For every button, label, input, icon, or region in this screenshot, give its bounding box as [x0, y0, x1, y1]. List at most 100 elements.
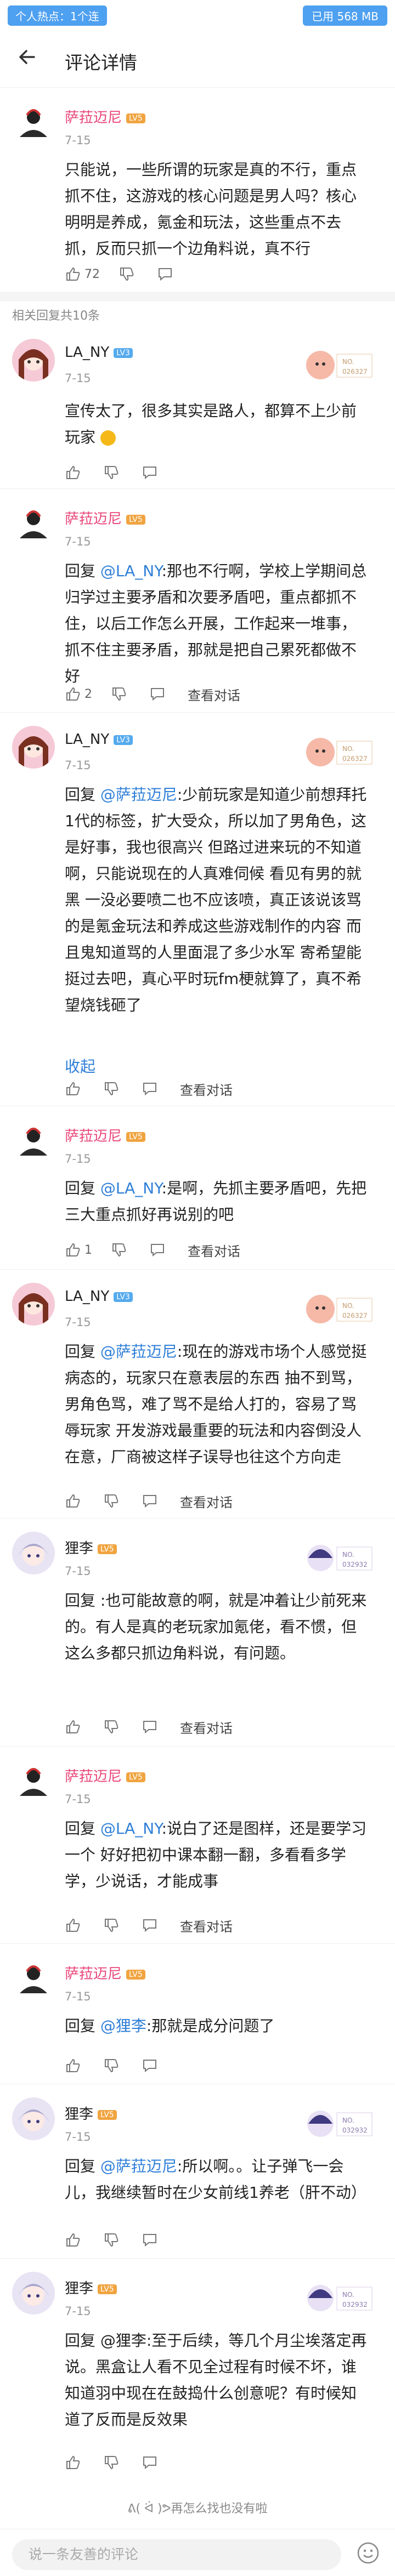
- reply-button[interactable]: [142, 1917, 161, 1934]
- like-button[interactable]: [65, 2454, 84, 2471]
- reply-button[interactable]: [149, 1242, 169, 1258]
- dislike-button[interactable]: [111, 1242, 131, 1258]
- svg-text:026327: 026327: [342, 1312, 368, 1320]
- dislike-button[interactable]: [103, 1081, 123, 1097]
- comment-actions: 查看对话: [65, 1717, 233, 1737]
- like-button[interactable]: 72: [65, 266, 100, 282]
- comment-author[interactable]: 萨菈迈尼 LV5: [65, 1963, 145, 1983]
- svg-text:032932: 032932: [342, 2126, 368, 2134]
- reply-item: 萨菈迈尼 LV5 7-15 回复 @LA_NY:那也不行啊，学校上学期间总归学过主…: [0, 489, 395, 713]
- avatar[interactable]: [12, 502, 55, 545]
- avatar[interactable]: [12, 2272, 55, 2315]
- like-button[interactable]: [65, 1719, 84, 1735]
- reply-button[interactable]: [149, 686, 169, 702]
- level-badge: LV5: [98, 2109, 117, 2120]
- back-button[interactable]: [15, 45, 40, 69]
- thumb-up-icon: [66, 1918, 80, 1932]
- like-button[interactable]: [65, 2057, 84, 2074]
- avatar[interactable]: [12, 101, 55, 144]
- comment-text: 宣传太了，很多其实是路人，都算不上少前 玩家: [65, 402, 357, 446]
- comment-author[interactable]: 萨菈迈尼 LV5: [65, 1125, 145, 1145]
- avatar[interactable]: [12, 339, 55, 382]
- comment-actions: [65, 2230, 180, 2250]
- dislike-button[interactable]: [103, 1719, 123, 1735]
- dislike-button[interactable]: [103, 1917, 123, 1934]
- reply-button[interactable]: [142, 1081, 161, 1097]
- view-conversation-link[interactable]: 查看对话: [188, 685, 240, 704]
- collapse-link[interactable]: 收起: [65, 1055, 95, 1077]
- view-conversation-link[interactable]: 查看对话: [180, 1079, 233, 1099]
- dislike-button[interactable]: [103, 464, 123, 481]
- dislike-button[interactable]: [103, 2232, 123, 2248]
- svg-text:032932: 032932: [342, 2301, 368, 2308]
- comment-author[interactable]: 萨菈迈尼 LV5: [65, 508, 145, 528]
- comment-author[interactable]: 狸李 LV5: [65, 2103, 117, 2123]
- dislike-button[interactable]: [119, 266, 138, 282]
- section-divider: [0, 292, 395, 302]
- author-name: 萨菈迈尼: [65, 511, 122, 527]
- comment-author[interactable]: LA_NY LV3: [65, 1288, 133, 1305]
- thumb-down-icon: [112, 1243, 126, 1257]
- comment-date: 7-15: [65, 1152, 91, 1165]
- comment-date: 7-15: [65, 535, 91, 548]
- comment-date: 7-15: [65, 2130, 91, 2143]
- reply-button[interactable]: [142, 1719, 161, 1735]
- mention-link[interactable]: @狸李: [100, 2017, 146, 2035]
- reply-button[interactable]: [142, 1493, 161, 1509]
- svg-text:NO.: NO.: [342, 2117, 354, 2124]
- comment-author[interactable]: 萨菈迈尼 LV5: [65, 1765, 145, 1785]
- avatar[interactable]: [12, 1283, 55, 1326]
- dislike-button[interactable]: [111, 686, 131, 702]
- avatar[interactable]: [12, 1532, 55, 1574]
- level-badge: LV5: [126, 1969, 145, 1980]
- like-button[interactable]: [65, 2232, 84, 2248]
- comment-input[interactable]: 说一条友善的评论: [12, 2539, 341, 2570]
- avatar[interactable]: [12, 1957, 55, 2000]
- like-button[interactable]: [65, 464, 84, 481]
- comment-author[interactable]: 萨菈迈尼 LV5: [65, 106, 145, 127]
- mention-link[interactable]: @萨菈迈尼: [100, 2157, 177, 2175]
- like-button[interactable]: [65, 1917, 84, 1934]
- dislike-button[interactable]: [103, 2057, 123, 2074]
- svg-text:032932: 032932: [342, 1561, 368, 1568]
- view-conversation-link[interactable]: 查看对话: [180, 1916, 233, 1935]
- level-badge: LV5: [126, 1772, 145, 1782]
- like-button[interactable]: [65, 1493, 84, 1509]
- comment-text: 回复 :也可能故意的啊，就是冲着让少前死来的。有人是真的老玩家加氪佬，看不惯，但…: [65, 1591, 367, 1662]
- comment-author[interactable]: 狸李 LV5: [65, 1537, 117, 1557]
- thumb-down-icon: [105, 2233, 119, 2247]
- reply-button[interactable]: [142, 2454, 161, 2471]
- thumb-up-icon: [66, 1082, 80, 1095]
- view-conversation-link[interactable]: 查看对话: [180, 1492, 233, 1511]
- reply-button[interactable]: [142, 2057, 161, 2074]
- avatar[interactable]: [12, 2097, 55, 2140]
- view-conversation-link[interactable]: 查看对话: [180, 1718, 233, 1737]
- like-button[interactable]: 2: [65, 686, 92, 702]
- comment-author[interactable]: 狸李 LV5: [65, 2277, 117, 2298]
- view-conversation-link[interactable]: 查看对话: [188, 1241, 240, 1260]
- svg-text:NO.: NO.: [342, 358, 354, 366]
- mention-link[interactable]: @萨菈迈尼: [100, 786, 177, 804]
- mention-link[interactable]: @萨菈迈尼: [100, 1343, 177, 1361]
- reply-button[interactable]: [142, 2232, 161, 2248]
- like-button[interactable]: [65, 1081, 84, 1097]
- mention-link[interactable]: @LA_NY: [100, 1819, 162, 1838]
- avatar[interactable]: [12, 1119, 55, 1162]
- avatar[interactable]: [12, 1760, 55, 1802]
- level-badge: LV5: [98, 2284, 117, 2294]
- thumb-up-icon: [66, 1720, 80, 1733]
- emoji-icon[interactable]: [357, 2541, 380, 2564]
- dislike-button[interactable]: [103, 2454, 123, 2471]
- avatar[interactable]: [12, 726, 55, 769]
- level-badge: LV5: [98, 1544, 117, 1554]
- mention-link[interactable]: @LA_NY: [100, 562, 162, 580]
- comment-actions: 查看对话: [65, 1915, 233, 1935]
- comment-author[interactable]: LA_NY LV3: [65, 731, 133, 748]
- like-button[interactable]: 1: [65, 1242, 92, 1258]
- reply-button[interactable]: [142, 464, 161, 481]
- dislike-button[interactable]: [103, 1493, 123, 1509]
- comment-actions: 72: [65, 264, 195, 284]
- mention-link[interactable]: @LA_NY: [100, 1179, 162, 1197]
- reply-button[interactable]: [157, 266, 177, 282]
- comment-author[interactable]: LA_NY LV3: [65, 344, 133, 361]
